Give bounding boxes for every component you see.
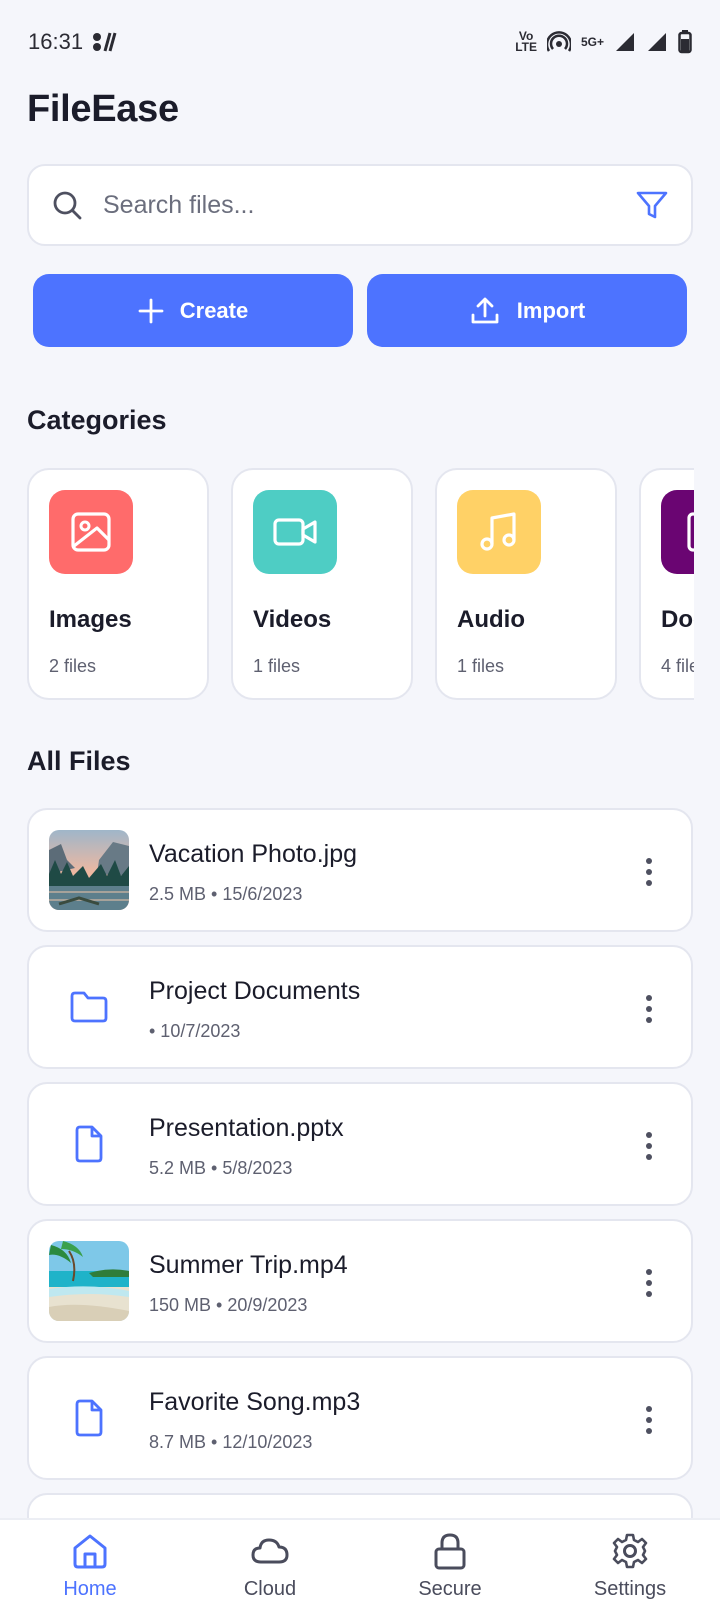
more-options-icon[interactable] <box>637 1265 661 1301</box>
volte-indicator: Vo LTE <box>515 29 537 54</box>
nav-label: Secure <box>418 1578 482 1600</box>
mountain-lake-photo <box>49 830 129 910</box>
file-meta: • 10/7/2023 <box>149 1021 241 1041</box>
more-options-icon[interactable] <box>637 991 661 1027</box>
nav-item-secure[interactable]: Secure <box>360 1520 540 1600</box>
file-name: Vacation Photo.jpg <box>149 840 358 868</box>
category-name: Documents <box>661 606 694 633</box>
hotspot-icon <box>546 31 571 52</box>
more-options-icon[interactable] <box>637 854 661 890</box>
file-name: Project Documents <box>149 977 361 1005</box>
categories-heading: Categories <box>27 405 167 435</box>
create-button-label: Create <box>179 297 249 323</box>
file-meta: 150 MB • 20/9/2023 <box>149 1295 308 1315</box>
search-bar[interactable] <box>27 164 693 246</box>
file-row[interactable]: Summer Trip.mp4 150 MB • 20/9/2023 <box>27 1219 693 1343</box>
bottom-nav: Home Cloud Secure Settings <box>0 1518 720 1600</box>
file-list: Vacation Photo.jpg 2.5 MB • 15/6/2023 Pr… <box>27 808 694 1600</box>
plus-icon <box>138 298 164 323</box>
file-icon-wrap <box>49 967 129 1047</box>
category-card-audio[interactable]: Audio 1 files <box>435 468 617 700</box>
app-title: FileEase <box>27 88 179 130</box>
nav-label: Home <box>63 1578 117 1600</box>
gear-icon <box>612 1533 648 1569</box>
import-button[interactable]: Import <box>367 274 687 347</box>
file-name: Favorite Song.mp3 <box>149 1388 361 1416</box>
category-card-images[interactable]: Images 2 files <box>27 468 209 700</box>
file-icon-wrap <box>49 1104 129 1184</box>
status-bar: 16:31 Vo LTE 5G+ <box>0 0 720 84</box>
music-icon <box>480 512 516 551</box>
file-row[interactable]: Project Documents • 10/7/2023 <box>27 945 693 1069</box>
cloud-icon <box>251 1538 289 1564</box>
import-button-label: Import <box>516 297 586 323</box>
file-meta: 5.2 MB • 5/8/2023 <box>149 1158 293 1178</box>
signal-icon <box>616 33 634 51</box>
status-time-group: 16:31 <box>28 29 117 55</box>
nav-item-settings[interactable]: Settings <box>540 1520 720 1600</box>
document-icon <box>687 512 694 552</box>
nav-label: Settings <box>593 1578 667 1600</box>
file-meta: 2.5 MB • 15/6/2023 <box>149 884 303 904</box>
file-meta: 8.7 MB • 12/10/2023 <box>149 1432 313 1452</box>
file-row[interactable]: Vacation Photo.jpg 2.5 MB • 15/6/2023 <box>27 808 693 932</box>
search-icon <box>53 191 82 220</box>
filter-icon[interactable] <box>635 188 669 222</box>
video-icon <box>273 518 317 546</box>
battery-icon <box>678 30 692 54</box>
file-icon <box>75 1125 103 1163</box>
file-name: Summer Trip.mp4 <box>149 1251 348 1279</box>
category-icon-bg <box>49 490 133 574</box>
category-count: 1 files <box>253 656 301 676</box>
file-name: Presentation.pptx <box>149 1114 344 1142</box>
category-icon-bg <box>457 490 541 574</box>
home-icon <box>73 1534 107 1569</box>
upload-icon <box>471 297 499 323</box>
file-row[interactable]: Favorite Song.mp3 8.7 MB • 12/10/2023 <box>27 1356 693 1480</box>
file-icon <box>75 1399 103 1437</box>
status-icons: Vo LTE 5G+ <box>515 30 692 54</box>
beach-photo <box>49 1241 129 1321</box>
all-files-heading: All Files <box>27 746 131 776</box>
notification-icon <box>93 32 117 52</box>
category-card-documents[interactable]: Documents 4 files <box>639 468 694 700</box>
categories-carousel[interactable]: Images 2 files Videos 1 files Audio 1 fi… <box>27 468 694 702</box>
signal-icon-2 <box>648 33 666 51</box>
category-icon-bg <box>253 490 337 574</box>
fiveg-indicator: 5G+ <box>580 34 604 49</box>
lock-icon <box>434 1533 466 1570</box>
file-thumbnail <box>49 1241 129 1321</box>
nav-item-home[interactable]: Home <box>0 1520 180 1600</box>
file-row[interactable]: Presentation.pptx 5.2 MB • 5/8/2023 <box>27 1082 693 1206</box>
status-time: 16:31 <box>28 29 84 54</box>
create-button[interactable]: Create <box>33 274 353 347</box>
category-count: 2 files <box>49 656 97 676</box>
category-count: 4 files <box>661 656 694 676</box>
nav-label: Cloud <box>243 1578 297 1600</box>
more-options-icon[interactable] <box>637 1402 661 1438</box>
more-options-icon[interactable] <box>637 1128 661 1164</box>
folder-icon <box>70 991 108 1023</box>
category-count: 1 files <box>457 656 505 676</box>
image-icon <box>71 512 111 552</box>
file-icon-wrap <box>49 1378 129 1458</box>
nav-item-cloud[interactable]: Cloud <box>180 1520 360 1600</box>
category-name: Images <box>49 606 132 633</box>
file-thumbnail <box>49 830 129 910</box>
category-card-videos[interactable]: Videos 1 files <box>231 468 413 700</box>
category-name: Audio <box>457 606 525 633</box>
category-icon-bg <box>661 490 694 574</box>
category-name: Videos <box>253 606 332 633</box>
search-input[interactable] <box>103 190 635 220</box>
